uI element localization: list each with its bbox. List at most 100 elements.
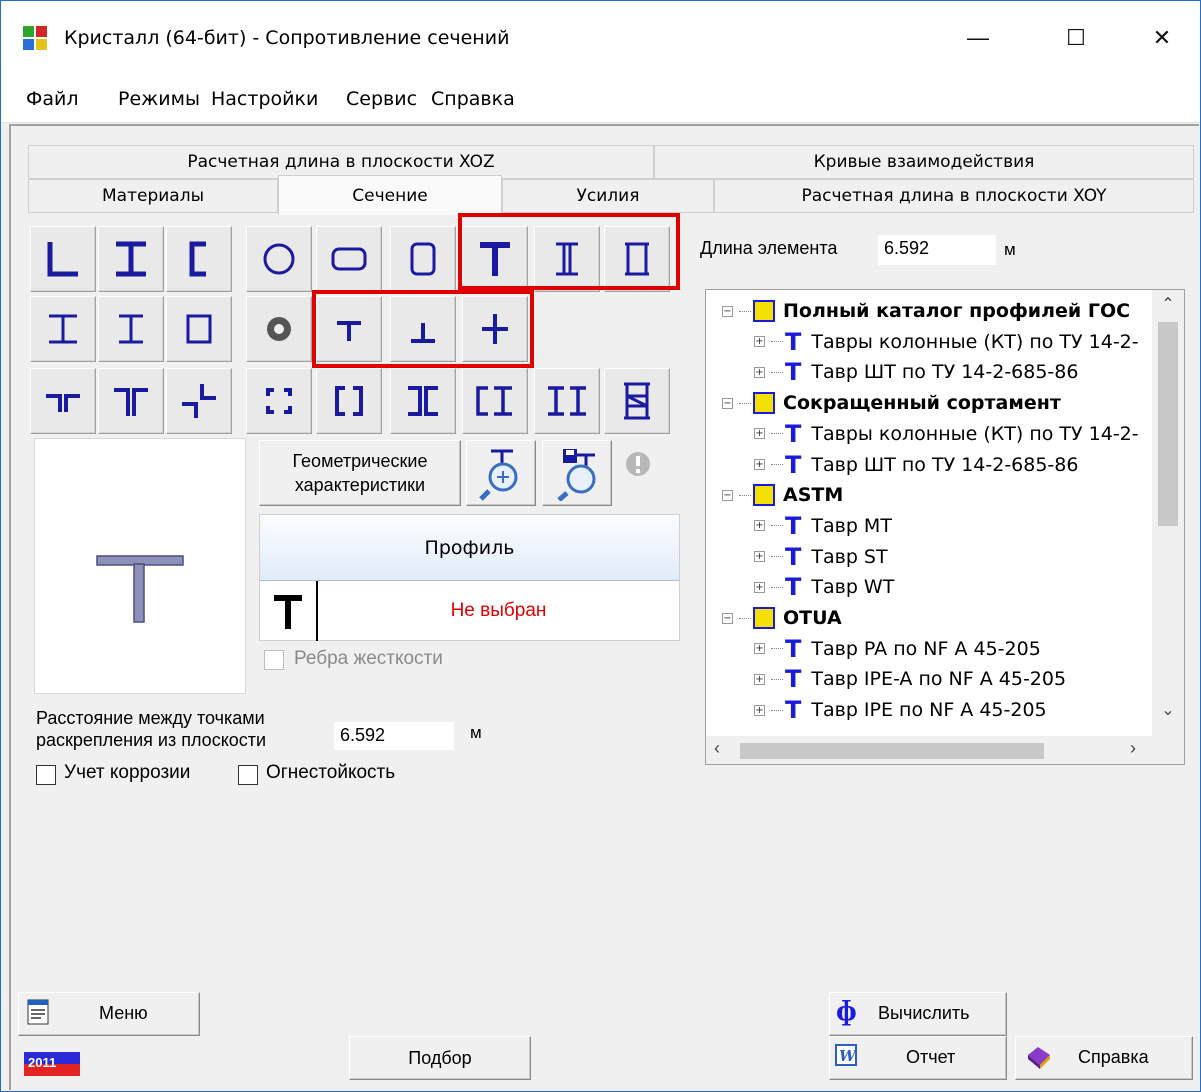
section-channel-i-button[interactable] bbox=[462, 368, 528, 434]
section-rect-tube-button[interactable] bbox=[316, 226, 382, 292]
tree-profile-item[interactable]: + T Тавры колонные (КТ) по ТУ 14-2- bbox=[754, 327, 1139, 357]
profile-value-cell[interactable]: Не выбран bbox=[318, 581, 679, 641]
tree-connector bbox=[739, 402, 751, 404]
tab-materials[interactable]: Материалы bbox=[28, 179, 278, 213]
tee-profile-icon: T bbox=[785, 358, 802, 387]
expand-toggle-icon[interactable]: + bbox=[754, 673, 765, 685]
section-square-tube-button[interactable] bbox=[390, 226, 456, 292]
section-welded-i-button[interactable] bbox=[30, 296, 96, 362]
profile-catalog-tree[interactable]: − Полный каталог профилей ГОС + T Тавры коло… bbox=[705, 289, 1185, 765]
length-input[interactable]: 6.592 bbox=[878, 235, 996, 265]
expand-toggle-icon[interactable]: + bbox=[754, 643, 765, 655]
section-back-channels-button[interactable] bbox=[390, 368, 456, 434]
tree-profile-item[interactable]: + T Тавр ST bbox=[754, 542, 888, 572]
tree-catalog-item[interactable]: − Сокращенный сортамент bbox=[722, 388, 1061, 418]
tree-profile-item[interactable]: + T Тавр ШТ по ТУ 14-2-685-86 bbox=[754, 450, 1078, 480]
menu-modes[interactable]: Режимы bbox=[118, 88, 200, 110]
tab-section[interactable]: Сечение bbox=[278, 175, 502, 215]
tree-catalog-item[interactable]: − ASTM bbox=[722, 480, 843, 510]
tree-catalog-item[interactable]: − Полный каталог профилей ГОС bbox=[722, 296, 1130, 326]
section-double-angle-pi-button[interactable] bbox=[98, 368, 164, 434]
section-double-channel-box-button[interactable] bbox=[316, 368, 382, 434]
save-zoom-button[interactable] bbox=[542, 440, 612, 506]
expand-toggle-icon[interactable]: + bbox=[754, 704, 765, 716]
hscroll-thumb[interactable] bbox=[740, 743, 1044, 759]
tree-item-label: Тавр MT bbox=[811, 514, 892, 537]
expand-toggle-icon[interactable]: − bbox=[722, 397, 733, 409]
expand-toggle-icon[interactable]: + bbox=[754, 336, 765, 348]
tree-profile-item[interactable]: + T Тавр WT bbox=[754, 572, 894, 602]
section-latticed-button[interactable] bbox=[604, 368, 670, 434]
section-double-i-plate-button[interactable] bbox=[534, 368, 600, 434]
corrosion-label: Учет коррозии bbox=[64, 762, 191, 783]
section-offset-angles-button[interactable] bbox=[166, 368, 232, 434]
maximize-button[interactable]: ☐ bbox=[1048, 14, 1104, 62]
section-solid-round-button[interactable] bbox=[246, 296, 312, 362]
section-channel-button[interactable] bbox=[166, 226, 232, 292]
tree-profile-item[interactable]: + T Тавр ШТ по ТУ 14-2-685-86 bbox=[754, 357, 1078, 387]
tab-interaction-curves[interactable]: Кривые взаимодействия bbox=[654, 145, 1194, 179]
tree-profile-item[interactable]: + T Тавр MT bbox=[754, 511, 892, 541]
scroll-left-icon[interactable]: ‹ bbox=[714, 738, 720, 759]
expand-toggle-icon[interactable]: − bbox=[722, 305, 733, 317]
profile-header[interactable]: Профиль bbox=[260, 515, 679, 581]
section-four-angles-button[interactable] bbox=[246, 368, 312, 434]
stiffener-checkbox[interactable] bbox=[264, 650, 284, 670]
help-button[interactable]: Справка bbox=[1015, 1036, 1193, 1080]
tee-preview-icon bbox=[96, 555, 184, 623]
expand-toggle-icon[interactable]: + bbox=[754, 366, 765, 378]
scroll-corner bbox=[1152, 736, 1184, 764]
section-angle-button[interactable] bbox=[30, 226, 96, 292]
section-welded-i2-button[interactable] bbox=[98, 296, 164, 362]
tab-forces[interactable]: Усилия bbox=[502, 179, 714, 213]
menu-settings[interactable]: Настройки bbox=[211, 88, 318, 110]
distance-label-line1: Расстояние между точками bbox=[36, 708, 265, 728]
scroll-right-icon[interactable]: › bbox=[1130, 738, 1136, 759]
expand-toggle-icon[interactable]: − bbox=[722, 489, 733, 501]
menu-file[interactable]: Файл bbox=[26, 88, 79, 110]
section-i-beam-button[interactable] bbox=[98, 226, 164, 292]
geometric-characteristics-button[interactable]: Геометрические характеристики bbox=[259, 440, 461, 506]
section-pipe-button[interactable] bbox=[246, 226, 312, 292]
menu-help[interactable]: Справка bbox=[431, 88, 515, 110]
tree-profile-item[interactable]: + T Тавр IPE по NF A 45-205 bbox=[754, 695, 1047, 725]
menu-button[interactable]: Меню bbox=[18, 992, 200, 1036]
select-button[interactable]: Подбор bbox=[349, 1036, 531, 1080]
tree-profile-item[interactable]: + T Тавр IPE-A по NF A 45-205 bbox=[754, 664, 1066, 694]
menu-service[interactable]: Сервис bbox=[346, 88, 417, 110]
expand-toggle-icon[interactable]: + bbox=[754, 459, 765, 470]
expand-toggle-icon[interactable]: + bbox=[754, 551, 765, 563]
tab-length-xoz[interactable]: Расчетная длина в плоскости XOZ bbox=[28, 145, 654, 179]
tab-length-xoy[interactable]: Расчетная длина в плоскости XOY bbox=[714, 179, 1194, 213]
section-box-button[interactable] bbox=[166, 296, 232, 362]
calculate-button[interactable]: ɸ Вычислить bbox=[829, 992, 1007, 1036]
fire-resistance-checkbox[interactable] bbox=[238, 765, 258, 785]
minimize-button[interactable]: — bbox=[950, 14, 1006, 62]
expand-toggle-icon[interactable]: + bbox=[754, 581, 765, 593]
info-button[interactable] bbox=[618, 444, 658, 484]
distance-input[interactable]: 6.592 bbox=[334, 722, 454, 750]
latticed-icon bbox=[624, 382, 650, 420]
close-button[interactable]: ✕ bbox=[1134, 14, 1190, 62]
scroll-down-icon[interactable]: ⌄ bbox=[1152, 700, 1184, 722]
profile-table: Профиль Не выбран bbox=[259, 514, 680, 641]
window-title: Кристалл (64-бит) - Сопротивление сечени… bbox=[64, 27, 510, 49]
expand-toggle-icon[interactable]: − bbox=[722, 612, 733, 624]
distance-unit: м bbox=[470, 723, 482, 742]
section-double-angle-tee-button[interactable] bbox=[30, 368, 96, 434]
corrosion-checkbox[interactable] bbox=[36, 765, 56, 785]
scroll-up-icon[interactable]: ⌃ bbox=[1152, 294, 1184, 316]
tree-connector bbox=[771, 586, 783, 588]
tree-profile-item[interactable]: + T Тавры колонные (КТ) по ТУ 14-2- bbox=[754, 419, 1139, 449]
horizontal-scrollbar[interactable]: ‹ › bbox=[706, 736, 1152, 764]
tree-connector bbox=[771, 678, 783, 680]
tree-catalog-item[interactable]: − OTUA bbox=[722, 603, 842, 633]
tree-profile-item[interactable]: + T Тавр PA по NF A 45-205 bbox=[754, 634, 1041, 664]
vertical-scrollbar[interactable]: ⌃ ⌄ bbox=[1152, 290, 1184, 736]
tree-connector bbox=[771, 371, 783, 373]
zoom-section-button[interactable] bbox=[466, 440, 536, 506]
expand-toggle-icon[interactable]: + bbox=[754, 428, 765, 440]
report-button[interactable]: W Отчет bbox=[829, 1036, 1007, 1080]
scroll-thumb[interactable] bbox=[1158, 322, 1178, 526]
expand-toggle-icon[interactable]: + bbox=[754, 520, 765, 532]
